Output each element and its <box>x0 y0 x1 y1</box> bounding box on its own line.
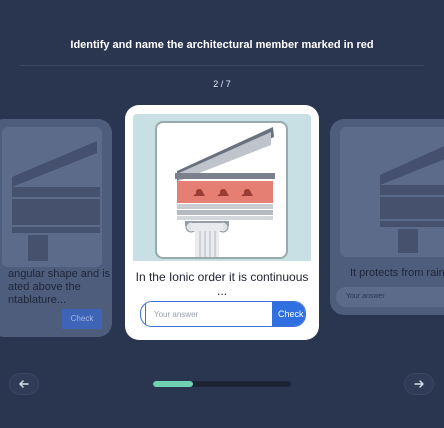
question-text: In the Ionic order it is continuous ... <box>135 270 309 298</box>
temple-illustration-faded-next <box>380 146 444 253</box>
next-card[interactable]: It protects from rain Your answer <box>330 119 444 315</box>
previous-check-button[interactable]: Check <box>62 309 102 329</box>
next-card-text: It protects from rain <box>350 267 444 279</box>
arrow-right-icon <box>414 380 424 388</box>
previous-card[interactable]: angular shape and is ated above the ntab… <box>0 119 112 337</box>
card-counter: 2 / 7 <box>213 79 231 89</box>
illustration-frame <box>155 121 288 259</box>
next-button[interactable] <box>404 373 434 395</box>
previous-card-image <box>2 127 102 267</box>
progress-fill <box>153 381 194 387</box>
next-card-image <box>340 127 444 257</box>
check-button[interactable]: Check <box>272 302 305 326</box>
previous-card-text-1: angular shape and is <box>8 268 111 280</box>
temple-illustration-faded <box>12 141 100 261</box>
quiz-title: Identify and name the architectural memb… <box>70 39 374 51</box>
flashcard: In the Ionic order it is continuous ... … <box>125 105 319 340</box>
previous-card-text-2: ated above the <box>8 281 81 293</box>
previous-card-text-3: ntablature... <box>8 294 67 306</box>
next-answer-input[interactable]: Your answer <box>336 287 444 307</box>
progress-bar <box>153 381 291 387</box>
arrow-left-icon <box>19 380 29 388</box>
previous-button[interactable] <box>9 373 39 395</box>
ionic-temple-illustration <box>175 127 275 257</box>
title-divider <box>20 65 424 66</box>
answer-input[interactable] <box>145 302 272 326</box>
answer-form: Check <box>140 301 306 327</box>
